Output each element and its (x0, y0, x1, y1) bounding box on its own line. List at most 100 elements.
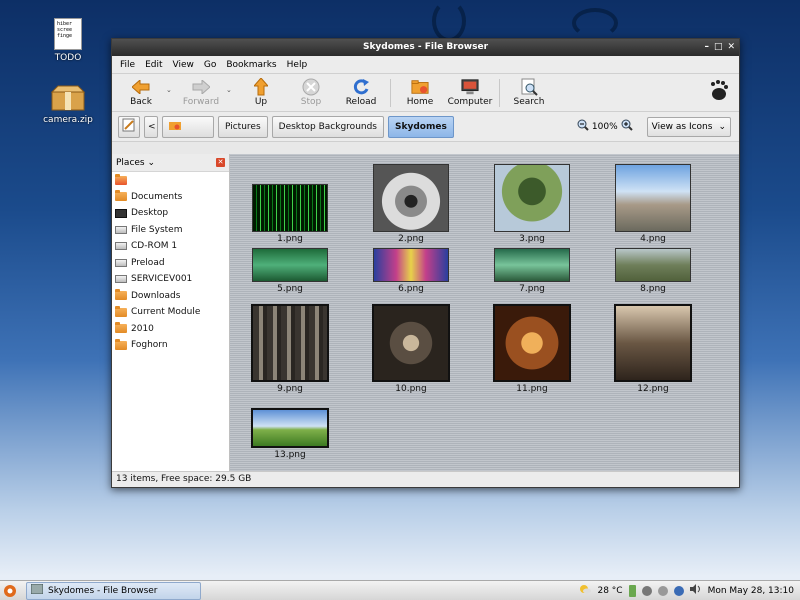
folder-icon (115, 190, 127, 202)
menu-edit[interactable]: Edit (145, 60, 162, 70)
update-icon[interactable] (657, 585, 668, 596)
reload-icon (352, 78, 370, 96)
file-item[interactable]: 6.png (356, 248, 466, 294)
desktop-icon-todo[interactable]: hiber scree finge TODO (38, 18, 98, 63)
crumb-pictures[interactable]: Pictures (218, 115, 268, 138)
edit-location-button[interactable] (118, 115, 140, 138)
forward-button[interactable]: Forward (176, 75, 226, 111)
home-button[interactable]: Home (395, 75, 445, 111)
window-titlebar[interactable]: Skydomes - File Browser – □ ✕ (112, 39, 739, 56)
minimize-button[interactable]: – (704, 39, 709, 56)
places-sidebar: Places ⌄ ✕ Documents Desktop File System (112, 154, 230, 471)
sidebar-item-2010[interactable]: 2010 (112, 321, 229, 338)
home-folder-icon (115, 173, 127, 185)
crumb-skydomes[interactable]: Skydomes (388, 115, 454, 138)
menu-view[interactable]: View (173, 60, 194, 70)
drive-icon (115, 275, 127, 284)
file-item[interactable]: 4.png (598, 160, 708, 244)
arrow-up-icon (252, 78, 270, 96)
zoom-level[interactable]: 100% (592, 122, 618, 132)
crumb-home-button[interactable] (162, 115, 214, 138)
sidebar-item-current-module[interactable]: Current Module (112, 304, 229, 321)
sidebar-item-file-system[interactable]: File System (112, 222, 229, 239)
menu-launcher-icon[interactable] (3, 584, 17, 600)
reload-button[interactable]: Reload (336, 75, 386, 111)
file-item[interactable]: 10.png (356, 304, 466, 394)
status-bar: 13 items, Free space: 29.5 GB (112, 471, 739, 487)
file-item[interactable]: 8.png (598, 248, 708, 294)
sidebar-item-foghorn[interactable]: Foghorn (112, 337, 229, 354)
sidebar-item-servicev001[interactable]: SERVICEV001 (112, 271, 229, 288)
file-item[interactable]: 11.png (477, 304, 587, 394)
text-document-icon: hiber scree finge (54, 18, 82, 50)
desktop-icon-label: TODO (54, 53, 82, 63)
system-tray: 28 °C Mon May 28, 13:10 (579, 584, 800, 597)
drive-icon (115, 258, 127, 267)
archive-icon (50, 84, 86, 112)
desktop-decoration (572, 8, 618, 38)
up-button[interactable]: Up (236, 75, 286, 111)
image-thumbnail (373, 248, 449, 282)
path-scroll-left-button[interactable]: < (144, 115, 158, 138)
file-item[interactable]: 2.png (356, 160, 466, 244)
desktop-icon-camera-zip[interactable]: camera.zip (38, 84, 98, 125)
crumb-desktop-backgrounds[interactable]: Desktop Backgrounds (271, 115, 384, 138)
sidebar-item-preload[interactable]: Preload (112, 255, 229, 272)
desktop-icon (115, 208, 127, 218)
battery-icon[interactable] (628, 584, 636, 597)
menu-help[interactable]: Help (287, 60, 308, 70)
close-button[interactable]: ✕ (727, 39, 735, 56)
gnome-foot-icon (709, 79, 729, 106)
sidebar-item-documents[interactable]: Documents (112, 189, 229, 206)
location-bar: < Pictures Desktop Backgrounds Skydomes … (112, 112, 739, 142)
menu-go[interactable]: Go (204, 60, 216, 70)
maximize-button[interactable]: □ (714, 39, 723, 56)
back-history-chevron-icon[interactable]: ⌄ (166, 86, 176, 94)
back-button[interactable]: Back (116, 75, 166, 111)
file-item[interactable]: 5.png (235, 248, 345, 294)
stop-button[interactable]: Stop (286, 75, 336, 111)
image-thumbnail (373, 164, 449, 232)
file-item[interactable]: 12.png (598, 304, 708, 394)
icon-view[interactable]: 1.png 2.png 3.png 4.png 5.png 6.png 7.pn… (230, 154, 739, 471)
zoom-control: 100% (577, 119, 633, 134)
image-thumbnail (494, 164, 570, 232)
forward-history-chevron-icon[interactable]: ⌄ (226, 86, 236, 94)
close-sidebar-icon[interactable]: ✕ (216, 158, 225, 167)
view-mode-select[interactable]: View as Icons ⌄ (646, 116, 731, 137)
taskbar-button-file-browser[interactable]: Skydomes - File Browser (26, 581, 201, 600)
image-thumbnail (251, 408, 329, 448)
clock[interactable]: Mon May 28, 13:10 (708, 586, 794, 596)
file-browser-window: Skydomes - File Browser – □ ✕ File Edit … (111, 38, 740, 488)
toolbar-separator (499, 78, 500, 107)
search-icon (520, 78, 538, 96)
network-icon[interactable] (641, 585, 652, 596)
drive-icon (115, 242, 127, 251)
sidebar-item-home[interactable] (112, 172, 229, 189)
menu-bookmarks[interactable]: Bookmarks (226, 60, 276, 70)
file-item[interactable]: 1.png (235, 160, 345, 244)
temperature-label[interactable]: 28 °C (597, 586, 622, 596)
search-button[interactable]: Search (504, 75, 554, 111)
clock-icon[interactable] (673, 585, 684, 596)
file-item[interactable]: 3.png (477, 160, 587, 244)
file-item[interactable]: 7.png (477, 248, 587, 294)
sidebar-item-desktop[interactable]: Desktop (112, 205, 229, 222)
drive-icon (115, 225, 127, 234)
volume-icon[interactable] (689, 584, 702, 597)
zoom-out-icon[interactable] (577, 119, 589, 134)
sidebar-item-cdrom[interactable]: CD-ROM 1 (112, 238, 229, 255)
desktop-decoration (432, 0, 466, 42)
computer-button[interactable]: Computer (445, 75, 495, 111)
weather-icon[interactable] (579, 584, 592, 597)
menu-file[interactable]: File (120, 60, 135, 70)
file-item[interactable]: 13.png (235, 408, 345, 460)
file-item[interactable]: 9.png (235, 304, 345, 394)
folder-icon (115, 305, 127, 317)
image-thumbnail (615, 164, 691, 232)
zoom-in-icon[interactable] (621, 119, 633, 134)
sidebar-item-downloads[interactable]: Downloads (112, 288, 229, 305)
places-dropdown[interactable]: Places ⌄ (116, 158, 155, 168)
stop-icon (302, 78, 320, 96)
image-thumbnail (252, 184, 328, 232)
